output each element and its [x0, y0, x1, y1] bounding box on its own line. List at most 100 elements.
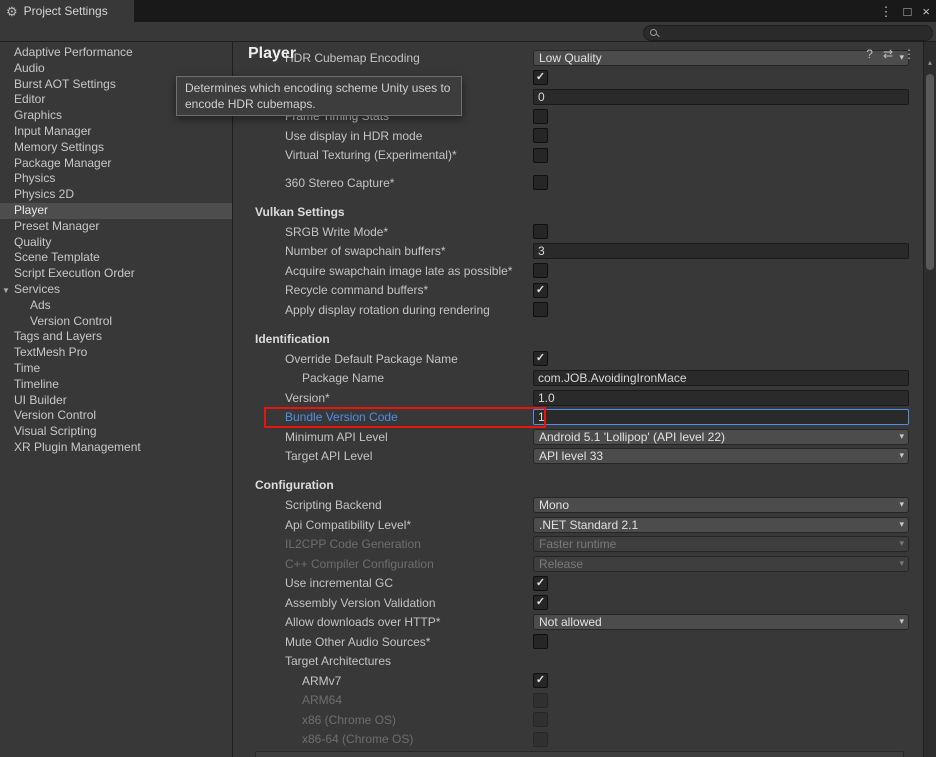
close-icon[interactable]: × [922, 5, 930, 18]
setting-label: Number of swapchain buffers* [285, 244, 446, 259]
setting-label: Version* [285, 390, 330, 405]
setting-value: ✓ [533, 351, 921, 367]
chevron-down-icon: ▾ [899, 430, 904, 441]
dropdown-allow-downloads-over-http[interactable]: Not allowed ▾ [533, 614, 909, 631]
sidebar-item-audio[interactable]: Audio [0, 61, 232, 77]
scroll-up-icon[interactable]: ▴ [924, 58, 936, 67]
field-unlabeled[interactable] [533, 88, 909, 105]
vertical-scrollbar[interactable]: ▴ [923, 42, 936, 757]
sidebar-item-ui-builder[interactable]: UI Builder [0, 393, 232, 409]
toolbar [0, 22, 936, 42]
checkbox-acquire-swapchain-image-late-as-possible[interactable] [533, 263, 548, 279]
setting-label: Recycle command buffers* [285, 283, 429, 298]
sidebar-item-textmesh-pro[interactable]: TextMesh Pro [0, 345, 232, 361]
sidebar-item-time[interactable]: Time [0, 361, 232, 377]
sidebar-item-ads[interactable]: Ads [0, 298, 232, 314]
checkbox-recycle-command-buffers[interactable]: ✓ [533, 282, 548, 298]
checkbox-360-stereo-capture[interactable] [533, 175, 548, 191]
setting-row-use-display-in-hdr-mode: Use display in HDR mode [238, 126, 921, 146]
setting-label: Api Compatibility Level* [285, 517, 412, 532]
sidebar-item-graphics[interactable]: Graphics [0, 108, 232, 124]
setting-row-apply-display-rotation-during-rendering: Apply display rotation during rendering [238, 300, 921, 320]
presets-icon[interactable]: ⇄ [883, 48, 893, 60]
sidebar-item-input-manager[interactable]: Input Manager [0, 124, 232, 140]
setting-value: Mono ▾ [533, 497, 921, 514]
titlebar: ⚙ Project Settings ⋮ □ × [0, 0, 936, 22]
window-menu-icon[interactable]: ⋮ [880, 5, 893, 18]
setting-row-api-compatibility-level: Api Compatibility Level* .NET Standard 2.… [238, 515, 921, 535]
more-menu-icon[interactable]: ⋮ [903, 48, 915, 60]
sidebar-item-version-control[interactable]: Version Control [0, 314, 232, 330]
checkbox-apply-display-rotation-during-rendering[interactable] [533, 302, 548, 318]
checkbox-srgb-write-mode[interactable] [533, 224, 548, 240]
dropdown-api-compatibility-level[interactable]: .NET Standard 2.1 ▾ [533, 516, 909, 533]
dropdown-value: API level 33 [539, 449, 604, 464]
checkbox-virtual-texturing-experimental[interactable] [533, 147, 548, 163]
checkbox-frame-timing-stats[interactable] [533, 108, 548, 124]
setting-row-scripting-backend: Scripting Backend Mono ▾ [238, 496, 921, 516]
sidebar-item-label: Memory Settings [14, 139, 105, 154]
dropdown-value: Release [539, 556, 584, 571]
setting-label: SRGB Write Mode* [285, 224, 389, 239]
help-icon[interactable]: ? [866, 48, 873, 60]
setting-label: IL2CPP Code Generation [285, 537, 421, 552]
sidebar-item-label: Version Control [14, 408, 97, 423]
sidebar-item-label: Script Execution Order [14, 266, 135, 281]
sidebar-item-timeline[interactable]: Timeline [0, 377, 232, 393]
checkbox-use-display-in-hdr-mode[interactable] [533, 128, 548, 144]
field-bundle-version-code[interactable] [533, 409, 909, 426]
checkbox-assembly-version-validation[interactable]: ✓ [533, 595, 548, 611]
setting-label: Allow downloads over HTTP* [285, 615, 441, 630]
scrollbar-thumb[interactable] [926, 74, 934, 270]
dropdown-value: Low Quality [539, 50, 602, 65]
sidebar-item-script-execution-order[interactable]: Script Execution Order [0, 266, 232, 282]
checkbox-use-incremental-gc[interactable]: ✓ [533, 575, 548, 591]
chevron-down-icon: ▾ [899, 450, 904, 461]
dropdown-value: Mono [539, 498, 570, 513]
field-package-name[interactable] [533, 370, 909, 387]
setting-row-package-name: Package Name [238, 369, 921, 389]
sidebar-item-tags-and-layers[interactable]: Tags and Layers [0, 329, 232, 345]
sidebar-item-label: Audio [14, 60, 45, 75]
setting-row-srgb-write-mode: SRGB Write Mode* [238, 222, 921, 242]
checkbox-unlabeled[interactable]: ✓ [533, 69, 548, 85]
sidebar-item-adaptive-performance[interactable]: Adaptive Performance [0, 45, 232, 61]
sidebar-item-services[interactable]: ▼ Services [0, 282, 232, 298]
field-number-of-swapchain-buffers[interactable] [533, 243, 909, 260]
dropdown-target-api-level[interactable]: API level 33 ▾ [533, 448, 909, 465]
setting-label: Bundle Version Code [285, 410, 398, 425]
checkbox-armv7[interactable]: ✓ [533, 673, 548, 689]
sidebar-item-label: Burst AOT Settings [14, 76, 116, 91]
dropdown-minimum-api-level[interactable]: Android 5.1 'Lollipop' (API level 22) ▾ [533, 428, 909, 445]
sidebar-item-xr-plugin-management[interactable]: XR Plugin Management [0, 440, 232, 456]
setting-row-assembly-version-validation: Assembly Version Validation ✓ [238, 593, 921, 613]
dropdown-scripting-backend[interactable]: Mono ▾ [533, 497, 909, 514]
chevron-down-icon: ▾ [899, 518, 904, 529]
checkbox-mute-other-audio-sources[interactable] [533, 634, 548, 650]
sidebar-item-package-manager[interactable]: Package Manager [0, 156, 232, 172]
setting-row-override-default-package-name: Override Default Package Name ✓ [238, 349, 921, 369]
setting-value [533, 88, 921, 105]
sidebar-item-visual-scripting[interactable]: Visual Scripting [0, 424, 232, 440]
checkbox-override-default-package-name[interactable]: ✓ [533, 351, 548, 367]
tab-project-settings[interactable]: ⚙ Project Settings [0, 0, 134, 22]
sidebar-item-editor[interactable]: Editor [0, 92, 232, 108]
setting-value [533, 731, 921, 747]
settings-sidebar: Adaptive Performance Audio Burst AOT Setti… [0, 42, 233, 757]
sidebar-item-player[interactable]: Player [0, 202, 232, 219]
sidebar-item-physics-2d[interactable]: Physics 2D [0, 187, 232, 203]
sidebar-item-version-control[interactable]: Version Control [0, 408, 232, 424]
sidebar-item-scene-template[interactable]: Scene Template [0, 250, 232, 266]
sidebar-item-physics[interactable]: Physics [0, 171, 232, 187]
dropdown-hdr-cubemap-encoding[interactable]: Low Quality ▾ [533, 49, 909, 66]
sidebar-item-quality[interactable]: Quality [0, 235, 232, 251]
field-version[interactable] [533, 389, 909, 406]
sidebar-item-burst-aot-settings[interactable]: Burst AOT Settings [0, 77, 232, 93]
search-input[interactable] [643, 25, 933, 41]
maximize-icon[interactable]: □ [904, 5, 912, 18]
sidebar-item-memory-settings[interactable]: Memory Settings [0, 140, 232, 156]
setting-label: 360 Stereo Capture* [285, 175, 395, 190]
foldout-icon[interactable]: ▼ [2, 283, 10, 299]
setting-label: Target API Level [285, 449, 373, 464]
sidebar-item-preset-manager[interactable]: Preset Manager [0, 219, 232, 235]
